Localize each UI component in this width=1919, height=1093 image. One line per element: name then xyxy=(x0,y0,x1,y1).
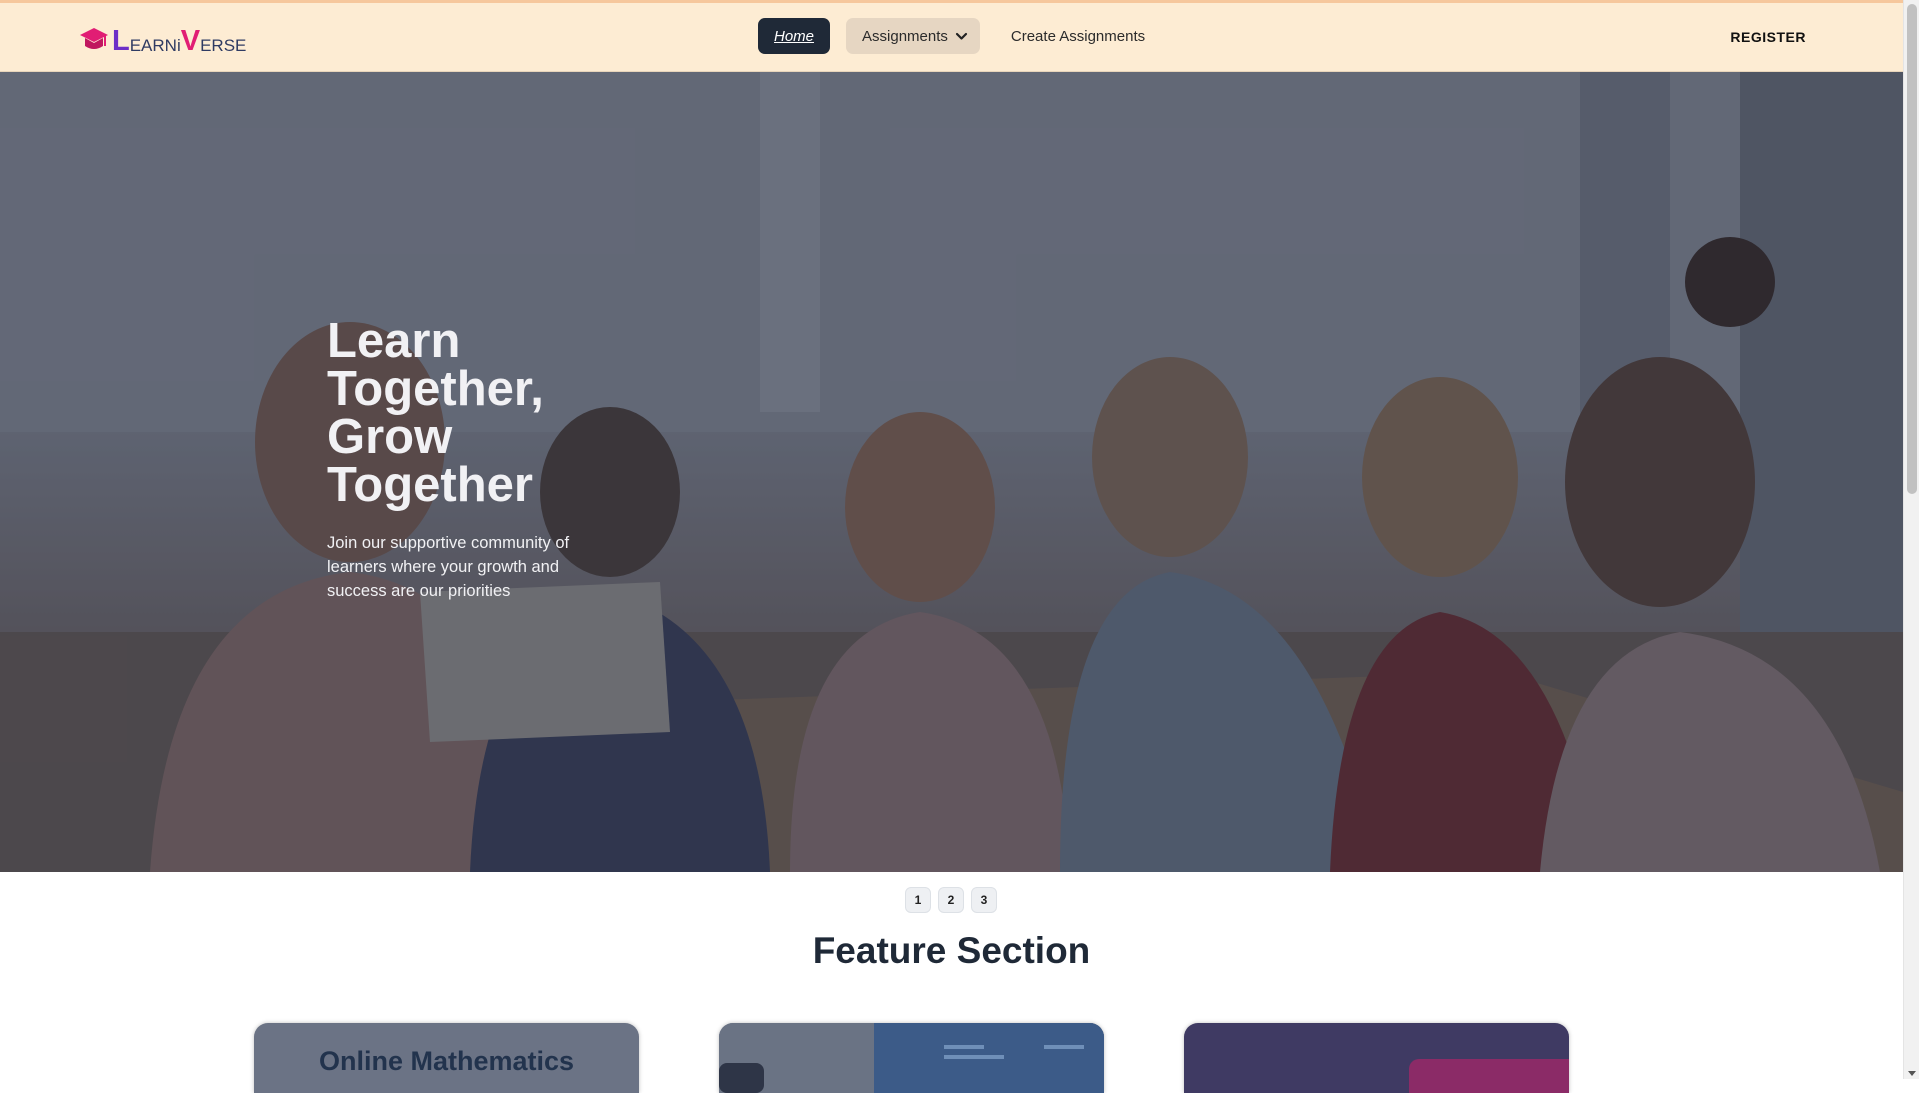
feature-card-3-image xyxy=(1409,1059,1569,1093)
carousel-page-1-button[interactable]: 1 xyxy=(905,887,931,913)
page-scrollbar[interactable] xyxy=(1903,0,1919,1079)
brand-part-earni: EARNi xyxy=(129,36,181,55)
hero-overlay xyxy=(0,72,1903,872)
brand-name: L EARNi V ERSE xyxy=(112,27,246,56)
feature-card-3[interactable] xyxy=(1184,1023,1569,1093)
chevron-down-icon xyxy=(955,32,967,40)
nav-assignments-dropdown[interactable]: Assignments xyxy=(846,18,980,54)
graduation-cap-icon xyxy=(80,28,108,49)
scrollbar-thumb[interactable] xyxy=(1907,4,1917,494)
top-navbar: L EARNi V ERSE Home Assignments Create A… xyxy=(0,0,1903,72)
carousel-pagination: 1 2 3 xyxy=(905,887,997,913)
nav-assignments-label: Assignments xyxy=(862,27,948,45)
brand-part-erse: ERSE xyxy=(200,36,247,55)
feature-card-online-mathematics[interactable]: Online Mathematics xyxy=(254,1023,639,1093)
feature-section-heading: Feature Section xyxy=(812,930,1091,971)
register-link[interactable]: REGISTER xyxy=(1730,29,1806,45)
brand-letter-v: V xyxy=(180,25,201,57)
feature-card-title: Online Mathematics xyxy=(318,1046,575,1076)
feature-card-2[interactable] xyxy=(719,1023,1104,1093)
nav-create-assignments-link[interactable]: Create Assignments xyxy=(1011,28,1145,45)
hero-title: Learn Together, Grow Together xyxy=(327,314,544,512)
feature-card-2-image xyxy=(719,1023,1104,1093)
carousel-page-3-button[interactable]: 3 xyxy=(971,887,997,913)
nav-home-link[interactable]: Home xyxy=(758,18,831,54)
main-nav: Home Assignments Create Assignments xyxy=(758,18,1145,54)
scroll-down-arrow-icon[interactable] xyxy=(1908,1071,1916,1076)
hero-subtitle: Join our supportive community of learner… xyxy=(327,534,570,600)
hero-banner: Learn Together, Grow Together Join our s… xyxy=(0,72,1903,872)
carousel-page-2-button[interactable]: 2 xyxy=(938,887,964,913)
brand-logo[interactable]: L EARNi V ERSE xyxy=(79,20,246,56)
brand-letter-l: L xyxy=(112,25,130,57)
